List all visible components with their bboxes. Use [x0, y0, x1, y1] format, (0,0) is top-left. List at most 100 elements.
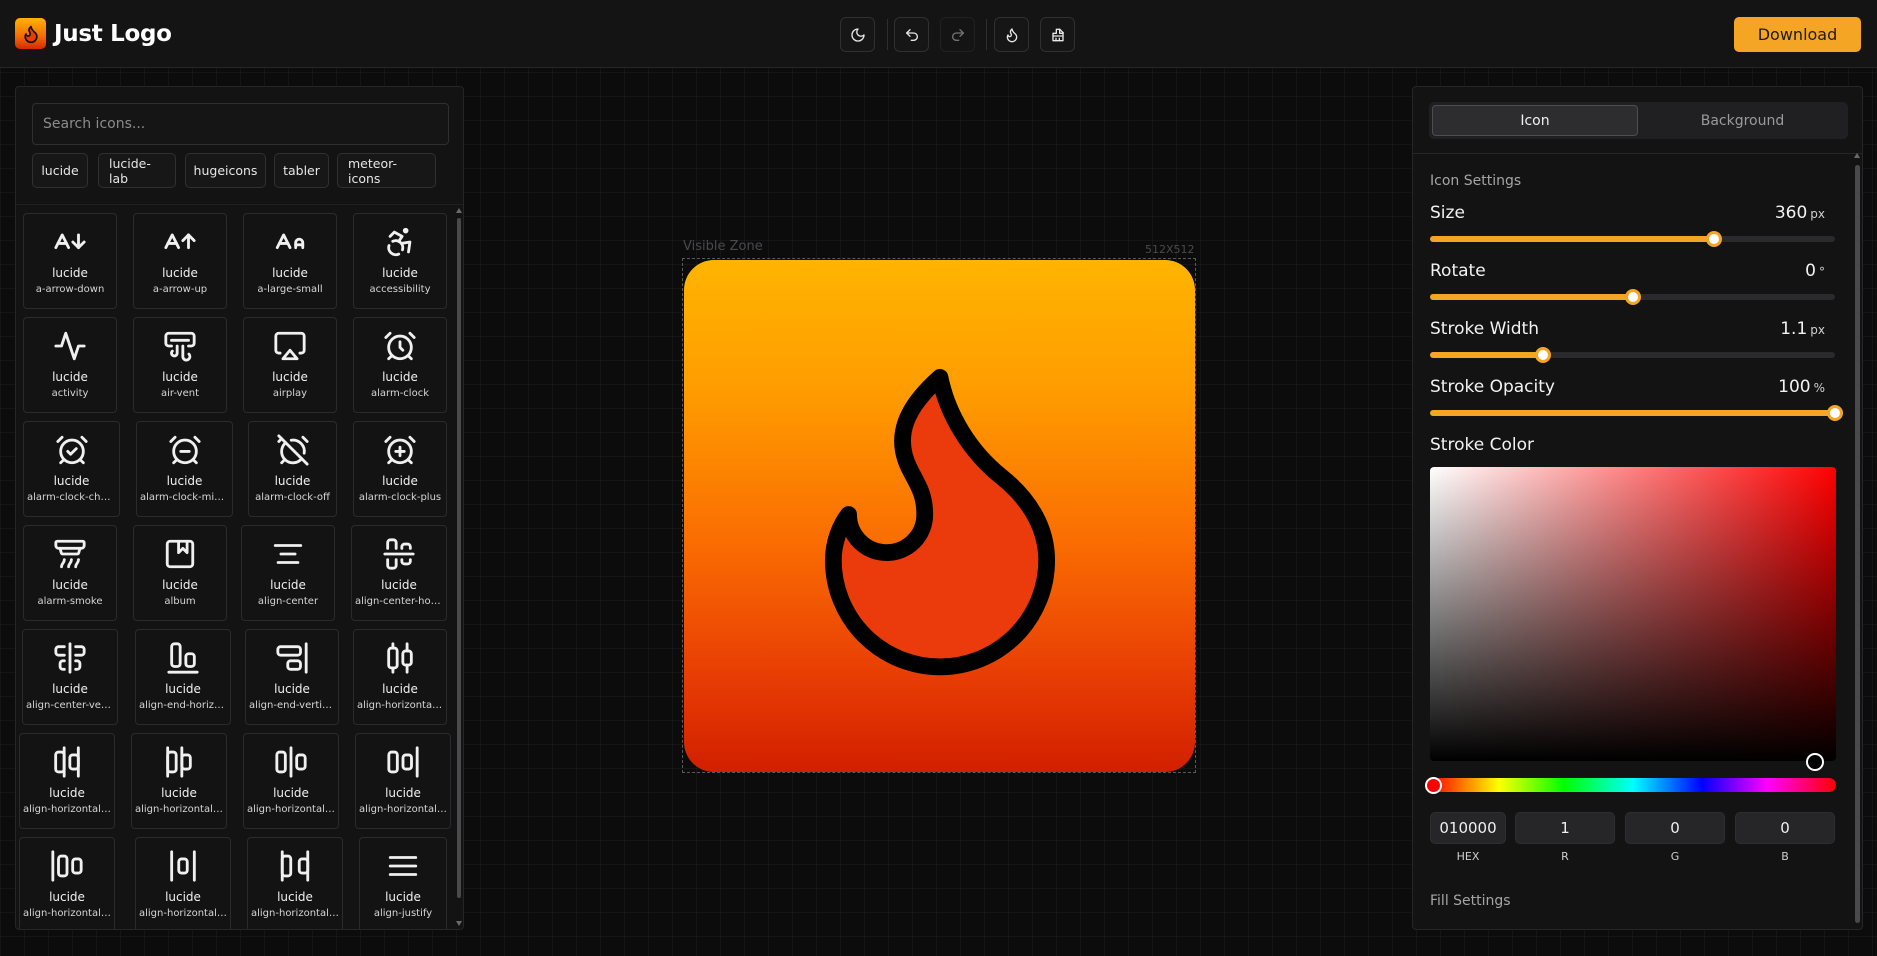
scrollbar-thumb[interactable]: [457, 218, 461, 898]
brand[interactable]: Just Logo: [15, 18, 172, 49]
icon-library-label: lucide: [52, 370, 88, 384]
icon-library-label: lucide: [381, 578, 417, 592]
icon-library-label: lucide: [382, 266, 418, 280]
icon-card[interactable]: lucide activity: [23, 317, 117, 413]
stroke-opacity-slider[interactable]: [1430, 405, 1843, 421]
album-icon: [165, 539, 195, 569]
undo-icon: [905, 28, 918, 41]
icon-card[interactable]: lucide align-center-verti...: [22, 629, 118, 725]
activity-icon: [54, 331, 86, 361]
icon-settings-title: Icon Settings: [1430, 173, 1522, 189]
icon-card[interactable]: lucide alarm-clock-minus: [136, 421, 233, 517]
icon-name-label: align-center-hori...: [355, 596, 443, 607]
rotate-slider[interactable]: [1430, 289, 1835, 305]
icon-card[interactable]: lucide a-arrow-down: [23, 213, 117, 309]
icon-card[interactable]: lucide a-arrow-up: [133, 213, 227, 309]
icon-card[interactable]: lucide align-horizontal-...: [19, 733, 115, 829]
scroll-down-arrow[interactable]: [456, 921, 462, 926]
icon-card[interactable]: lucide align-end-horizon...: [135, 629, 231, 725]
a-arrow-down-icon: [54, 233, 86, 250]
air-vent-icon: [164, 331, 196, 362]
saturation-value-picker[interactable]: [1430, 467, 1836, 761]
icon-card[interactable]: lucide align-horizontal-s...: [247, 837, 343, 929]
stroke-opacity-number: 100: [1778, 377, 1811, 397]
blue-input[interactable]: 0: [1735, 812, 1835, 844]
theme-toggle-button[interactable]: [840, 17, 875, 52]
green-input[interactable]: 0: [1625, 812, 1725, 844]
tab-icon[interactable]: Icon: [1432, 105, 1638, 136]
scrollbar-thumb[interactable]: [1855, 165, 1860, 923]
icon-library-label: lucide: [49, 786, 85, 800]
hex-input[interactable]: 010000: [1430, 812, 1506, 844]
library-chip-meteor-icons[interactable]: meteor-icons: [337, 153, 436, 188]
stroke-opacity-value: 100%: [1778, 377, 1825, 397]
icon-card[interactable]: lucide align-horizontal-j...: [19, 837, 115, 929]
icon-card[interactable]: lucide air-vent: [133, 317, 227, 413]
icon-library-label: lucide: [166, 474, 203, 488]
slider-handle[interactable]: [1624, 289, 1641, 305]
settings-scrollbar[interactable]: [1854, 153, 1861, 927]
alarm-smoke-icon: [54, 539, 86, 569]
icon-card[interactable]: lucide align-horizontal-s...: [135, 837, 231, 929]
icon-library-label: lucide: [52, 578, 88, 592]
slider-handle[interactable]: [1535, 347, 1552, 363]
redo-button[interactable]: [940, 17, 975, 52]
slider-handle[interactable]: [1827, 405, 1843, 421]
icon-card[interactable]: lucide align-horizontal-j...: [355, 733, 451, 829]
icon-card[interactable]: lucide align-end-vertical: [245, 629, 339, 725]
icon-card[interactable]: lucide align-horizontal-...: [353, 629, 447, 725]
fill-settings-title: Fill Settings: [1430, 893, 1511, 909]
scroll-up-arrow[interactable]: [456, 208, 462, 213]
icon-card[interactable]: lucide align-horizontal-j...: [243, 733, 339, 829]
library-chip-hugeicons[interactable]: hugeicons: [185, 153, 266, 188]
icon-card[interactable]: lucide align-center-hori...: [351, 525, 447, 621]
icon-name-label: alarm-clock-minus: [140, 492, 229, 503]
align-horizontal-distribute-center-icon: [387, 642, 413, 674]
logo-canvas[interactable]: [682, 258, 1196, 773]
library-chip-lucide-lab[interactable]: lucide-lab: [98, 153, 176, 188]
icon-card[interactable]: lucide alarm-clock-plus: [353, 421, 447, 517]
icon-card[interactable]: lucide album: [133, 525, 227, 621]
alarm-clock-off-icon: [276, 434, 309, 466]
red-input[interactable]: 1: [1515, 812, 1615, 844]
icon-card[interactable]: lucide align-justify: [359, 837, 447, 929]
icon-library-label: lucide: [162, 266, 198, 280]
icon-library-label: lucide: [274, 474, 311, 488]
stroke-width-slider[interactable]: [1430, 347, 1835, 363]
tab-background[interactable]: Background: [1640, 105, 1845, 136]
stroke-width-unit: px: [1810, 323, 1825, 337]
toolbar-divider: [887, 19, 888, 50]
icon-library-label: lucide: [277, 890, 313, 904]
library-chip-tabler[interactable]: tabler: [274, 153, 329, 188]
icon-card[interactable]: lucide alarm-clock-off: [248, 421, 337, 517]
icon-card[interactable]: lucide align-center: [241, 525, 335, 621]
slider-fill: [1430, 236, 1714, 242]
icon-list-scrollbar[interactable]: [456, 208, 462, 926]
icon-card[interactable]: lucide accessibility: [353, 213, 447, 309]
slider-handle[interactable]: [1705, 231, 1722, 247]
align-horizontal-distribute-end-icon: [54, 746, 80, 778]
icon-card[interactable]: lucide a-large-small: [243, 213, 337, 309]
scroll-up-arrow[interactable]: [1854, 153, 1860, 158]
icon-card[interactable]: lucide alarm-clock: [353, 317, 447, 413]
icon-card[interactable]: lucide alarm-clock-check: [23, 421, 120, 517]
hue-slider-handle[interactable]: [1425, 777, 1442, 794]
icon-card[interactable]: lucide airplay: [243, 317, 337, 413]
undo-button[interactable]: [894, 17, 929, 52]
download-button[interactable]: Download: [1734, 17, 1861, 52]
size-label: Size: [1430, 203, 1465, 223]
hue-slider[interactable]: [1430, 778, 1836, 792]
color-picker-handle[interactable]: [1806, 753, 1824, 771]
search-input[interactable]: [32, 103, 449, 145]
align-center-horizontal-icon: [383, 538, 415, 570]
icon-name-label: a-large-small: [257, 284, 323, 295]
icon-name-label: align-center: [257, 596, 319, 607]
clear-button[interactable]: [1040, 17, 1075, 52]
size-number: 360: [1774, 203, 1808, 223]
preset-button[interactable]: [994, 17, 1029, 52]
icon-name-label: align-horizontal-s...: [139, 908, 227, 919]
size-slider[interactable]: [1430, 231, 1835, 247]
icon-card[interactable]: lucide align-horizontal-...: [131, 733, 227, 829]
library-chip-lucide[interactable]: lucide: [32, 153, 88, 188]
icon-card[interactable]: lucide alarm-smoke: [23, 525, 117, 621]
